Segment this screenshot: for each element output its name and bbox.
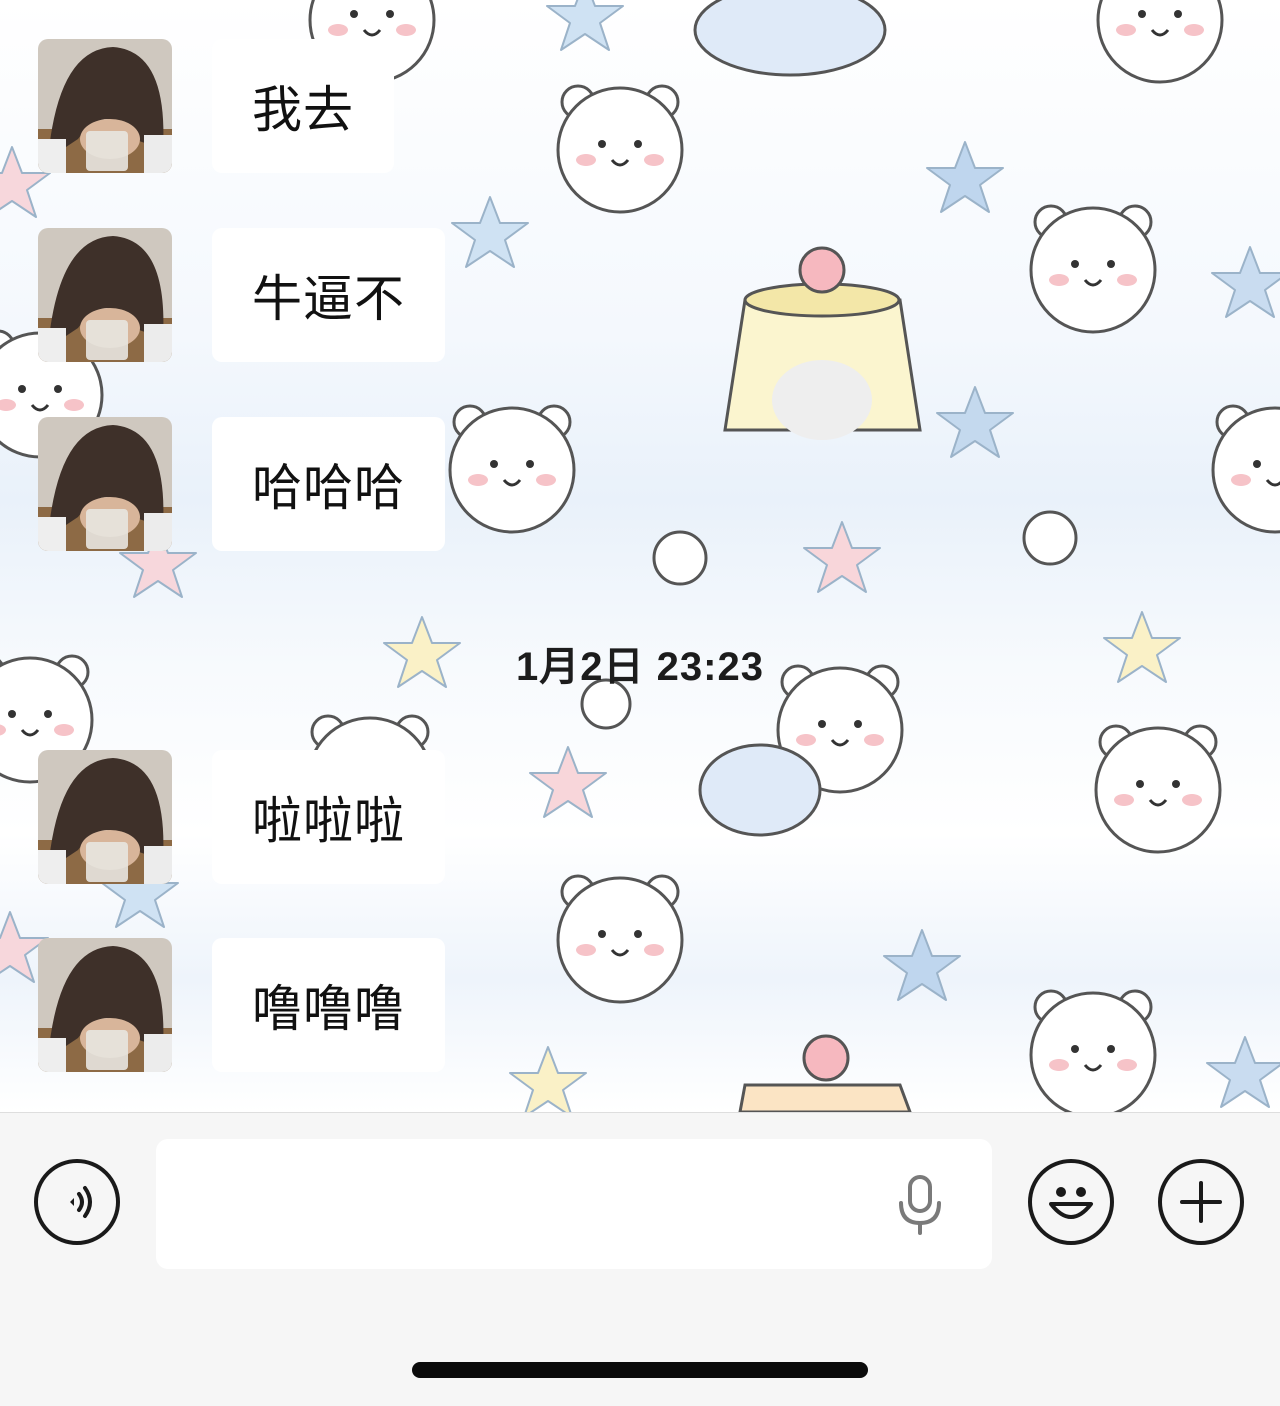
microphone-icon (899, 1175, 941, 1235)
timestamp: 1月2日 23:23 (516, 645, 764, 689)
message-bubble[interactable]: 我去 (212, 39, 394, 173)
avatar[interactable] (38, 938, 172, 1072)
message-row: 啦啦啦 (38, 750, 498, 884)
avatar[interactable] (38, 39, 172, 173)
message-row: 我去 (38, 39, 498, 173)
message-text: 我去 (252, 81, 354, 139)
message-row: 噜噜噜 (38, 938, 498, 1072)
avatar[interactable] (38, 228, 172, 362)
message-bubble[interactable]: 啦啦啦 (212, 750, 445, 884)
avatar[interactable] (38, 750, 172, 884)
home-indicator[interactable] (412, 1362, 868, 1378)
message-row: 哈哈哈 (38, 417, 498, 551)
message-text: 哈哈哈 (252, 459, 405, 517)
message-input[interactable] (156, 1139, 992, 1269)
message-text: 噜噜噜 (252, 980, 405, 1038)
message-text: 啦啦啦 (252, 792, 405, 850)
message-row: 牛逼不 (38, 228, 498, 362)
chat-area[interactable]: 我去 牛逼不 哈哈哈 1月2日 23:23 啦啦啦 噜噜噜 (0, 0, 1280, 1112)
message-bubble[interactable]: 噜噜噜 (212, 938, 445, 1072)
avatar[interactable] (38, 417, 172, 551)
message-text: 牛逼不 (252, 270, 405, 328)
message-bubble[interactable]: 牛逼不 (212, 228, 445, 362)
emoji-button[interactable] (1028, 1159, 1114, 1245)
voice-toggle-button[interactable] (34, 1159, 120, 1245)
mic-button[interactable] (890, 1173, 950, 1237)
message-bubble[interactable]: 哈哈哈 (212, 417, 445, 551)
plus-icon (1180, 1181, 1222, 1223)
plus-button[interactable] (1158, 1159, 1244, 1245)
voice-wave-icon (70, 1186, 92, 1218)
smiley-icon (1049, 1187, 1093, 1219)
